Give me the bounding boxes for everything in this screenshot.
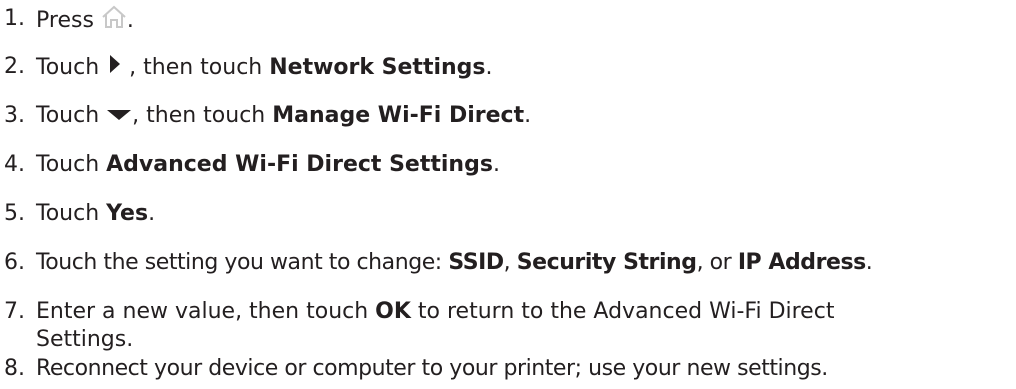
ui-label: Network Settings <box>269 55 486 80</box>
step-number: 5. <box>4 201 25 226</box>
step-text: . <box>492 152 500 177</box>
ui-label: SSID <box>448 250 504 275</box>
step-text: Enter a new value, then touch <box>36 299 376 324</box>
ui-label: OK <box>375 299 411 324</box>
step-text: Touch the setting you want to change: <box>36 250 449 275</box>
arrow-down-icon <box>106 102 132 130</box>
step-text: . <box>126 8 134 33</box>
step-text: . <box>485 55 493 80</box>
step-text: Touch <box>36 103 107 128</box>
step-text: Touch <box>36 55 107 80</box>
step-text: . <box>865 250 873 275</box>
step-text: , or <box>696 250 738 275</box>
step-text: , <box>503 250 517 275</box>
ui-label: Security String <box>516 250 697 275</box>
step-text: Touch <box>36 152 107 177</box>
ui-label: IP Address <box>737 250 866 275</box>
step-number: 7. <box>4 299 25 324</box>
step-text-continued: Settings. <box>36 327 134 352</box>
step-text: , then touch <box>122 55 270 80</box>
step-text: Reconnect your device or computer to you… <box>36 356 828 381</box>
step-text: , then touch <box>132 103 273 128</box>
arrow-right-icon <box>106 53 122 83</box>
step-number: 8. <box>4 356 25 381</box>
step-text: to return to the Advanced Wi-Fi Direct <box>410 299 835 324</box>
step-text: Touch <box>36 201 107 226</box>
step-number: 4. <box>4 152 25 177</box>
ui-label: Yes <box>106 201 149 226</box>
step-text: . <box>524 103 532 128</box>
step-number: 2. <box>4 54 25 79</box>
home-icon <box>101 5 127 37</box>
step-text: Press <box>36 8 101 33</box>
step-number: 1. <box>4 6 25 31</box>
step-number: 6. <box>4 250 25 275</box>
step-number: 3. <box>4 103 25 128</box>
ui-label: Manage Wi-Fi Direct <box>272 103 525 128</box>
step-text: . <box>148 201 156 226</box>
ui-label: Advanced Wi-Fi Direct Settings <box>106 152 493 177</box>
